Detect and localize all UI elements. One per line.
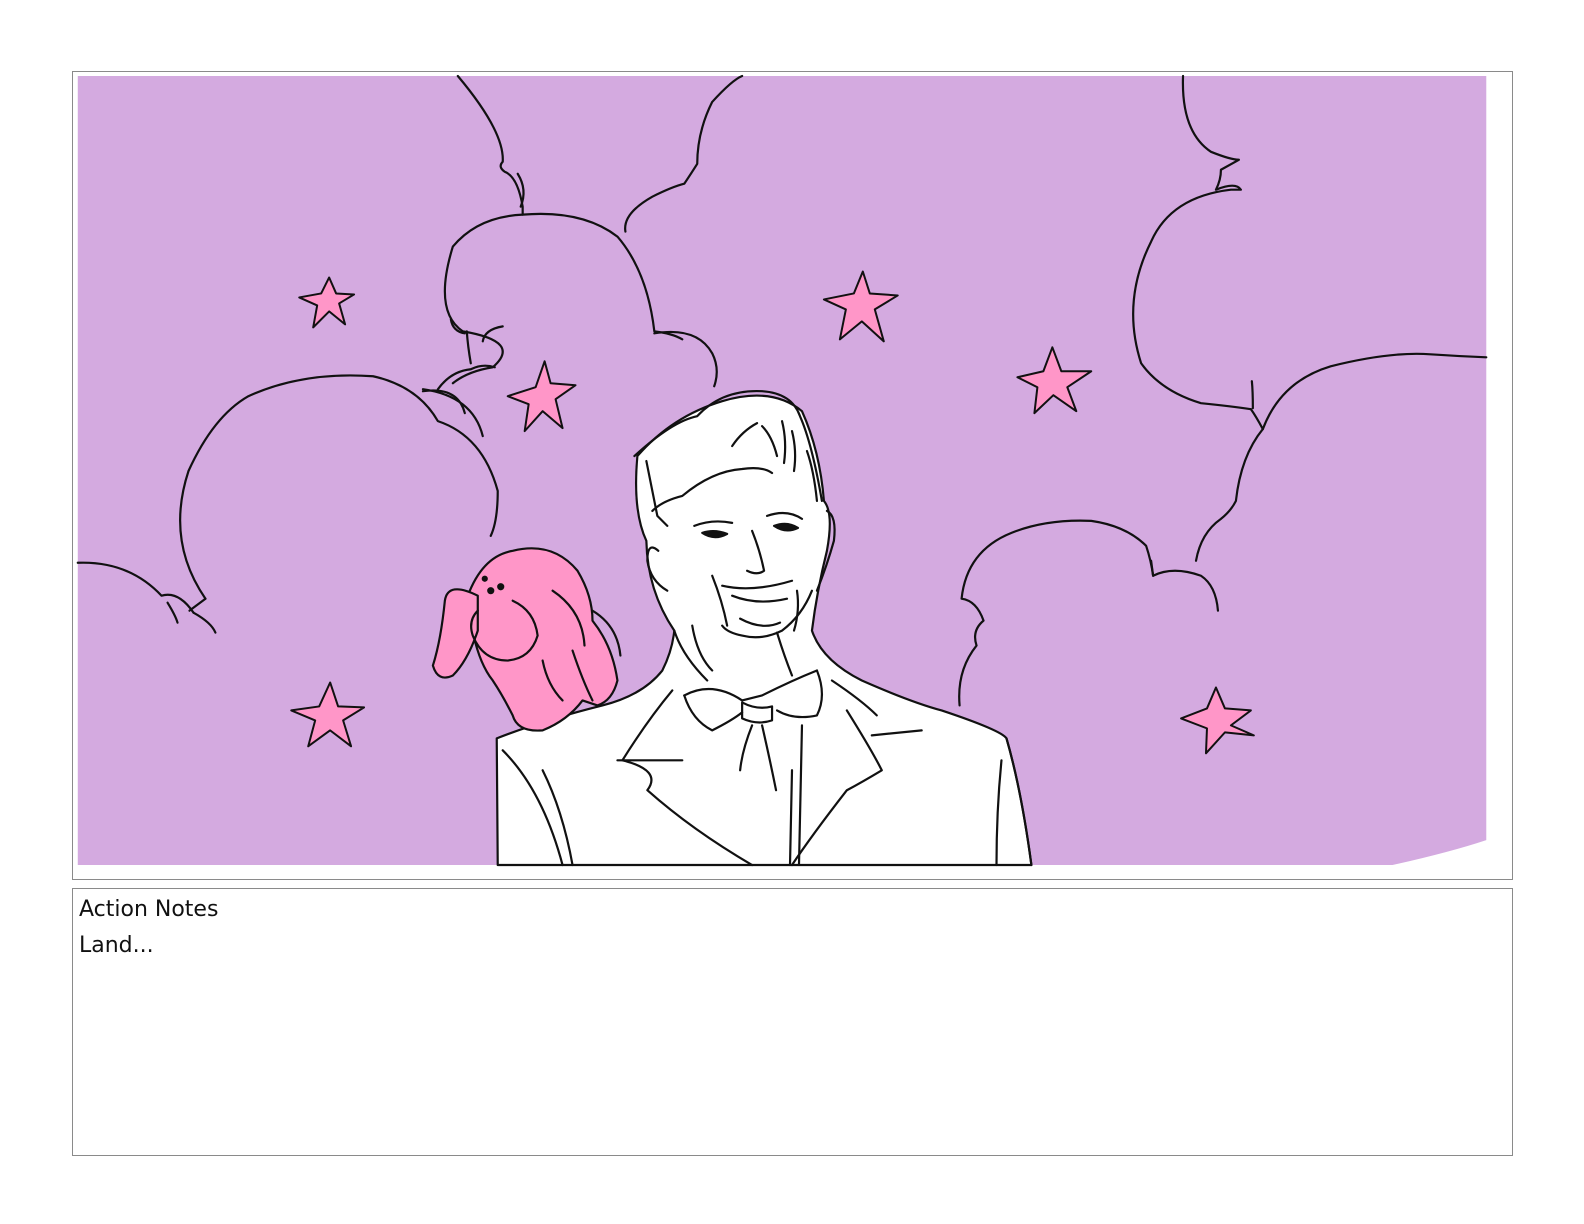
action-notes-text: Land... <box>79 933 154 958</box>
storyboard-drawing <box>76 74 1488 867</box>
action-notes-label: Action Notes <box>79 897 219 922</box>
storyboard-panel <box>72 71 1513 880</box>
action-notes-box: Action Notes Land... <box>72 888 1513 1156</box>
